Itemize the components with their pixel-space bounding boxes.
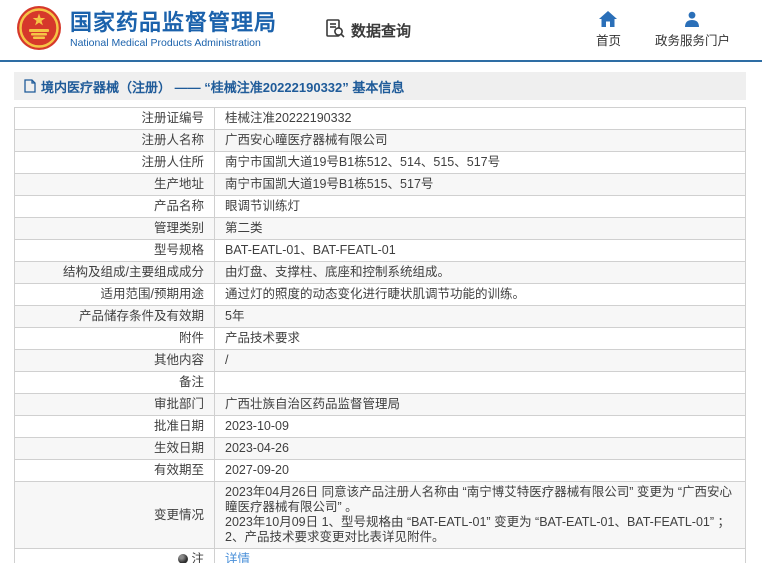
page-header: 国家药品监督管理局 National Medical Products Admi… bbox=[0, 0, 762, 62]
header-nav: 首页 政务服务门户 bbox=[596, 11, 744, 49]
row-label: 产品储存条件及有效期 bbox=[14, 305, 215, 328]
table-row: 产品名称 眼调节训练灯 bbox=[14, 195, 746, 218]
nav-gov-portal[interactable]: 政务服务门户 bbox=[655, 11, 730, 49]
row-label: 有效期至 bbox=[14, 459, 215, 482]
table-row: 注册人住所 南宁市国凯大道19号B1栋512、514、515、517号 bbox=[14, 151, 746, 174]
table-row: 产品储存条件及有效期 5年 bbox=[14, 305, 746, 328]
row-value: 桂械注准20222190332 bbox=[214, 107, 746, 130]
row-value: 眼调节训练灯 bbox=[214, 195, 746, 218]
table-row: 备注 bbox=[14, 371, 746, 394]
table-row: 有效期至 2027-09-20 bbox=[14, 459, 746, 482]
row-value: 产品技术要求 bbox=[214, 327, 746, 350]
table-row: 生效日期 2023-04-26 bbox=[14, 437, 746, 460]
row-value: 2023年04月26日 同意该产品注册人名称由 “南宁博艾特医疗器械有限公司” … bbox=[214, 481, 746, 549]
row-label: 产品名称 bbox=[14, 195, 215, 218]
table-row: 适用范围/预期用途 通过灯的照度的动态变化进行睫状肌调节功能的训练。 bbox=[14, 283, 746, 306]
table-row: 型号规格 BAT-EATL-01、BAT-FEATL-01 bbox=[14, 239, 746, 262]
row-value: 通过灯的照度的动态变化进行睫状肌调节功能的训练。 bbox=[214, 283, 746, 306]
nav-home[interactable]: 首页 bbox=[596, 11, 621, 49]
row-label: 适用范围/预期用途 bbox=[14, 283, 215, 306]
row-label: 其他内容 bbox=[14, 349, 215, 372]
user-icon bbox=[684, 11, 700, 27]
nav-home-label: 首页 bbox=[595, 34, 621, 48]
breadcrumb-text: 境内医疗器械（注册） —— “桂械注准20222190332” 基本信息 bbox=[41, 79, 405, 95]
row-label: 附件 bbox=[14, 327, 215, 350]
row-label: 型号规格 bbox=[14, 239, 215, 262]
row-label: 备注 bbox=[14, 371, 215, 394]
row-label: 生效日期 bbox=[14, 437, 215, 460]
site-title: 国家药品监督管理局 bbox=[70, 9, 278, 35]
row-value: 2027-09-20 bbox=[214, 459, 746, 482]
row-value: 5年 bbox=[214, 305, 746, 328]
table-row: 变更情况 2023年04月26日 同意该产品注册人名称由 “南宁博艾特医疗器械有限… bbox=[14, 481, 746, 549]
row-label: 注册证编号 bbox=[14, 107, 215, 130]
row-value: 南宁市国凯大道19号B1栋512、514、515、517号 bbox=[214, 151, 746, 174]
row-label: 注册人住所 bbox=[14, 151, 215, 174]
detail-link[interactable]: 详情 bbox=[225, 552, 250, 563]
row-value: 2023-04-26 bbox=[214, 437, 746, 460]
table-row: 生产地址 南宁市国凯大道19号B1栋515、517号 bbox=[14, 173, 746, 196]
row-label: 注 bbox=[14, 548, 215, 563]
registration-info-panel: 注册证编号 桂械注准20222190332 注册人名称 广西安心瞳医疗器械有限公司 注册… bbox=[14, 107, 746, 563]
table-row: 管理类别 第二类 bbox=[14, 217, 746, 240]
breadcrumb: 境内医疗器械（注册） —— “桂械注准20222190332” 基本信息 bbox=[14, 72, 746, 100]
table-row: 注册人名称 广西安心瞳医疗器械有限公司 bbox=[14, 129, 746, 152]
document-icon bbox=[24, 79, 36, 93]
table-row: 附件 产品技术要求 bbox=[14, 327, 746, 350]
table-row: 结构及组成/主要组成成分 由灯盘、支撑柱、底座和控制系统组成。 bbox=[14, 261, 746, 284]
nmpa-logo: 国家药品监督管理局 National Medical Products Admi… bbox=[16, 5, 277, 56]
row-label: 注册人名称 bbox=[14, 129, 215, 152]
table-row: 注册证编号 桂械注准20222190332 bbox=[14, 107, 746, 130]
note-bullet-icon bbox=[178, 554, 189, 563]
document-search-icon bbox=[325, 18, 346, 43]
row-value: 详情 bbox=[214, 548, 746, 563]
table-row: 审批部门 广西壮族自治区药品监督管理局 bbox=[14, 393, 746, 416]
table-row: 批准日期 2023-10-09 bbox=[14, 415, 746, 438]
table-row: 其他内容 / bbox=[14, 349, 746, 372]
row-label: 结构及组成/主要组成成分 bbox=[14, 261, 215, 284]
row-label: 生产地址 bbox=[14, 173, 215, 196]
data-query-label: 数据查询 bbox=[351, 22, 412, 40]
row-label: 管理类别 bbox=[14, 217, 215, 240]
data-query-button[interactable]: 数据查询 bbox=[325, 18, 411, 43]
row-value: 2023-10-09 bbox=[214, 415, 746, 438]
info-table-body: 注册证编号 桂械注准20222190332 注册人名称 广西安心瞳医疗器械有限公司 注册… bbox=[14, 107, 746, 563]
row-value: 第二类 bbox=[214, 217, 746, 240]
row-value: 南宁市国凯大道19号B1栋515、517号 bbox=[214, 173, 746, 196]
home-icon bbox=[599, 11, 618, 27]
row-label: 审批部门 bbox=[14, 393, 215, 416]
row-value bbox=[214, 371, 746, 394]
row-value: 广西壮族自治区药品监督管理局 bbox=[214, 393, 746, 416]
row-value: BAT-EATL-01、BAT-FEATL-01 bbox=[214, 239, 746, 262]
row-label: 变更情况 bbox=[14, 481, 215, 549]
row-value: 广西安心瞳医疗器械有限公司 bbox=[214, 129, 746, 152]
row-value: / bbox=[214, 349, 746, 372]
nav-gov-portal-label: 政务服务门户 bbox=[654, 34, 730, 48]
registration-info-table: 注册证编号 桂械注准20222190332 注册人名称 广西安心瞳医疗器械有限公司 注册… bbox=[14, 107, 746, 563]
site-subtitle: National Medical Products Administration bbox=[70, 36, 261, 49]
table-row: 注详情 bbox=[14, 548, 746, 563]
nmpa-emblem-icon bbox=[16, 5, 62, 56]
row-label: 批准日期 bbox=[14, 415, 215, 438]
row-value: 由灯盘、支撑柱、底座和控制系统组成。 bbox=[214, 261, 746, 284]
